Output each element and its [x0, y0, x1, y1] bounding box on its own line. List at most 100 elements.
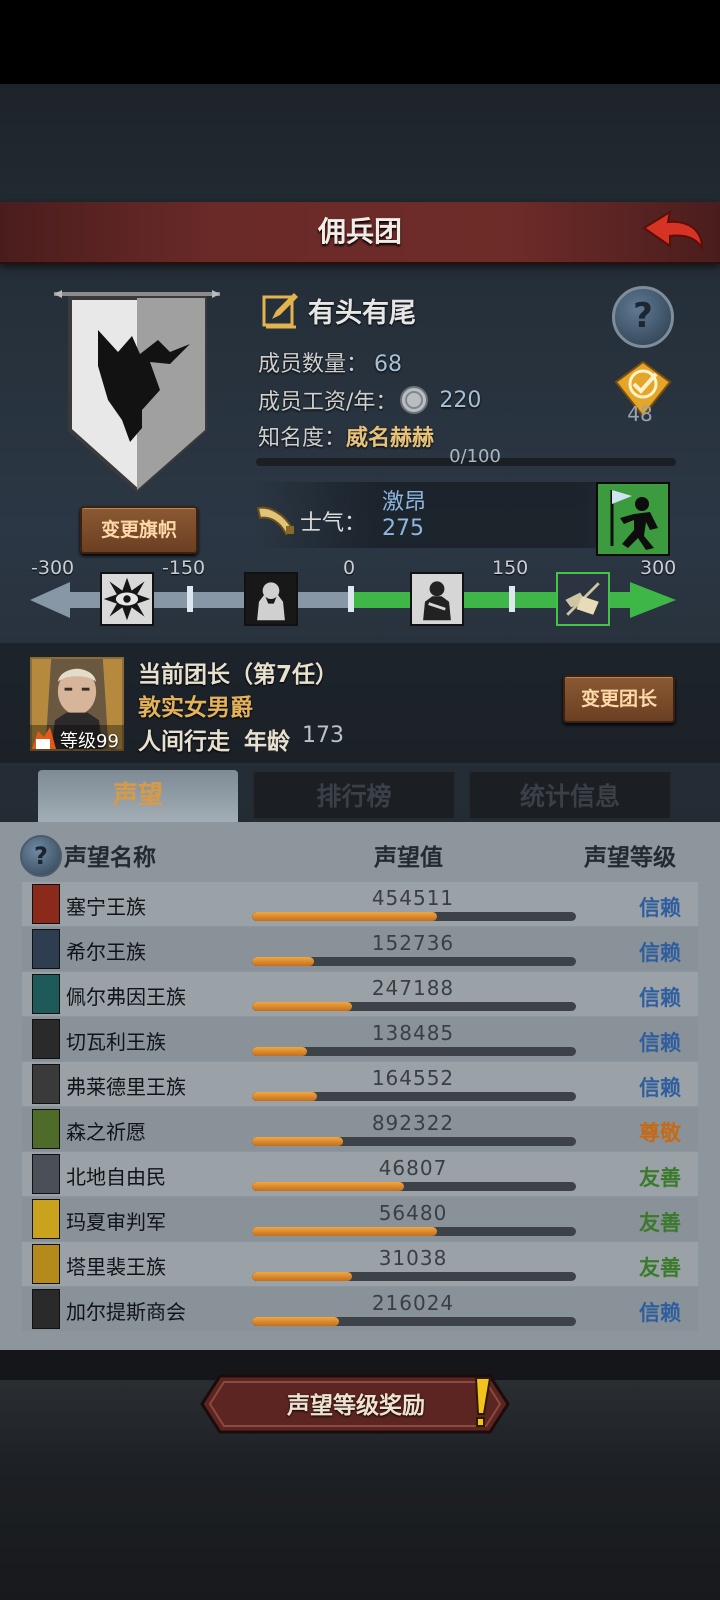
- reputation-progress-bar: [252, 912, 576, 921]
- page-title: 佣兵团: [317, 215, 402, 248]
- reputation-value: 216024: [371, 1291, 455, 1315]
- reputation-progress-bar: [252, 1137, 576, 1146]
- faction-name: 切瓦利王族: [66, 1030, 166, 1054]
- faction-crest-icon: [32, 1289, 60, 1329]
- leader-trait: 人间行走: [138, 729, 230, 755]
- reputation-progress-bar: [252, 1002, 576, 1011]
- reputation-value: 247188: [371, 976, 455, 1000]
- faction-name: 北地自由民: [66, 1165, 166, 1189]
- reputation-progress-fill: [252, 1002, 353, 1011]
- company-name-row: 有头有尾: [262, 290, 416, 330]
- elated-icon[interactable]: [556, 572, 610, 626]
- reputation-progress-fill: [252, 1047, 308, 1056]
- faction-name: 加尔提斯商会: [66, 1300, 186, 1324]
- reputation-level: 友善: [639, 1256, 681, 1280]
- calm-icon[interactable]: [410, 572, 464, 626]
- reputation-value: 138485: [371, 1021, 455, 1045]
- reputation-progress-bar: [252, 957, 576, 966]
- table-help-icon[interactable]: ?: [20, 835, 62, 877]
- faction-crest-icon: [32, 1109, 60, 1149]
- scale-tick-label: 0: [343, 557, 356, 579]
- fame-value: 威名赫赫: [346, 426, 435, 451]
- reputation-level: 信赖: [639, 1031, 681, 1055]
- morale-state-icon[interactable]: [596, 482, 670, 556]
- reputation-level: 尊敬: [639, 1121, 681, 1145]
- faction-name: 森之祈愿: [66, 1120, 146, 1144]
- tab-statistics[interactable]: 统计信息: [468, 770, 672, 820]
- company-banner-icon: [54, 290, 220, 493]
- reputation-progress-fill: [252, 912, 437, 921]
- badge-count: 48: [627, 402, 653, 426]
- back-arrow-icon[interactable]: [640, 208, 706, 258]
- faction-crest-icon: [32, 1019, 60, 1059]
- reputation-value: 56480: [378, 1201, 448, 1225]
- wage-row: 成员工资/年： 220: [258, 384, 481, 416]
- reputation-progress-bar: [252, 1092, 576, 1101]
- reputation-progress-fill: [252, 957, 314, 966]
- tab-leaderboard[interactable]: 排行榜: [252, 770, 456, 820]
- morale-state: 激昂: [382, 490, 427, 515]
- silver-coin-icon: [400, 386, 429, 414]
- leader-age: 173: [302, 723, 344, 748]
- reputation-progress-bar: [252, 1182, 576, 1191]
- reputation-progress-fill: [252, 1227, 437, 1236]
- evil-eye-icon[interactable]: [100, 572, 154, 626]
- members-value: 68: [374, 352, 403, 377]
- reputation-progress-fill: [252, 1272, 353, 1281]
- members-label: 成员数量：: [258, 352, 369, 377]
- reputation-value: 164552: [371, 1066, 455, 1090]
- faction-crest-icon: [32, 1244, 60, 1284]
- reputation-progress-bar: [252, 1272, 576, 1281]
- reputation-value: 892322: [371, 1111, 455, 1135]
- reputation-level: 信赖: [639, 1076, 681, 1100]
- reputation-level: 友善: [639, 1166, 681, 1190]
- help-icon[interactable]: ?: [612, 286, 674, 348]
- reputation-level: 信赖: [639, 941, 681, 965]
- faction-name: 希尔王族: [66, 940, 146, 964]
- faction-crest-icon: [32, 1199, 60, 1239]
- faction-crest-icon: [32, 974, 60, 1014]
- reputation-level: 信赖: [639, 1301, 681, 1325]
- members-row: 成员数量： 68: [258, 346, 402, 378]
- company-name: 有头有尾: [308, 297, 416, 329]
- faction-crest-icon: [32, 1154, 60, 1194]
- reputation-value: 454511: [371, 886, 455, 910]
- wage-value: 220: [439, 387, 482, 413]
- leader-title: 当前团长（第7任）: [138, 662, 339, 688]
- faction-crest-icon: [32, 929, 60, 969]
- reputation-level: 友善: [639, 1211, 681, 1235]
- reputation-progress-fill: [252, 1137, 343, 1146]
- column-header-level: 声望等级: [584, 845, 676, 871]
- change-flag-button[interactable]: 变更旗帜: [80, 506, 198, 554]
- reputation-progress-fill: [252, 1182, 405, 1191]
- scale-tick-label: -150: [162, 557, 206, 579]
- edit-name-icon[interactable]: [262, 291, 300, 329]
- change-leader-button[interactable]: 变更团长: [563, 675, 675, 723]
- reputation-level: 信赖: [639, 986, 681, 1010]
- faction-name: 弗莱德里王族: [66, 1075, 186, 1099]
- column-header-value: 声望值: [374, 845, 443, 871]
- wage-label: 成员工资/年：: [258, 390, 398, 415]
- reputation-progress-fill: [252, 1092, 317, 1101]
- faction-name: 塔里裴王族: [66, 1255, 166, 1279]
- reputation-value: 152736: [371, 931, 455, 955]
- fame-progress-text: 0/100: [449, 446, 501, 467]
- despair-icon[interactable]: [244, 572, 298, 626]
- scale-tick-label: 300: [640, 557, 677, 579]
- scale-tick-label: 150: [492, 557, 529, 579]
- reputation-progress-fill: [252, 1317, 340, 1326]
- leader-level-text: 等级99: [60, 731, 119, 752]
- faction-crest-icon: [32, 1064, 60, 1104]
- horn-icon: [256, 506, 294, 536]
- faction-name: 塞宁王族: [66, 895, 146, 919]
- reputation-reward-label: 声望等级奖励: [287, 1393, 425, 1419]
- reputation-level: 信赖: [639, 896, 681, 920]
- scale-tick-label: -300: [31, 557, 75, 579]
- morale-label: 士气：: [300, 511, 367, 536]
- fame-label: 知名度：: [258, 426, 347, 451]
- faction-name: 佩尔弗因王族: [66, 985, 186, 1009]
- tab-reputation[interactable]: 声望: [38, 770, 238, 826]
- reputation-value: 46807: [378, 1156, 448, 1180]
- faction-crest-icon: [32, 884, 60, 924]
- leader-age-label: 年龄: [244, 729, 290, 755]
